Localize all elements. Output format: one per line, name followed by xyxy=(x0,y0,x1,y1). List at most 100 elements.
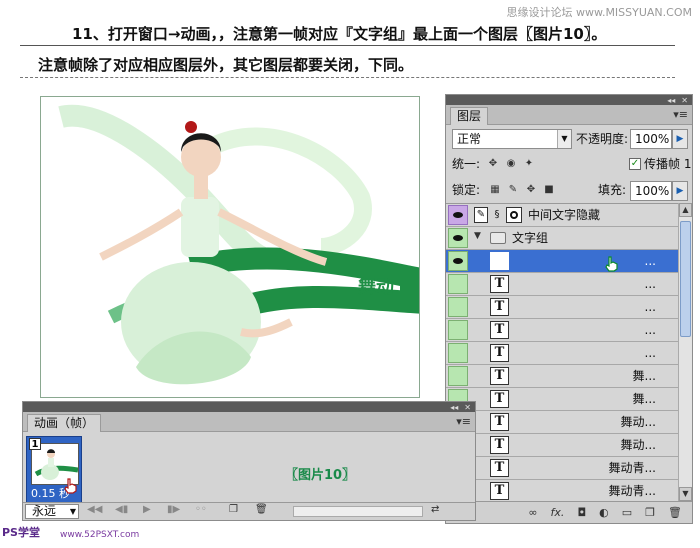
text-layer-icon: T xyxy=(490,436,509,454)
panel-titlebar[interactable]: ◂◂ ✕ xyxy=(446,95,692,105)
blend-mode-dropdown[interactable]: 正常 ▼ xyxy=(452,129,572,149)
layers-scrollbar[interactable]: ▲ ▼ xyxy=(678,203,692,501)
lock-row: 锁定: ▦ ✎ ✥ ■ 填充: 100% ▶ xyxy=(446,177,692,203)
eye-icon[interactable] xyxy=(448,274,468,294)
fx-icon[interactable]: fx. xyxy=(551,506,565,519)
unify-visibility-icon[interactable]: ◉ xyxy=(504,157,518,171)
logo: PS学堂 xyxy=(2,526,40,539)
play-icon[interactable]: ▶ xyxy=(143,504,151,515)
frame-caption: 〖图片10〗 xyxy=(285,468,356,483)
propagate-checkbox[interactable]: ✓ xyxy=(629,158,641,170)
layer-row[interactable]: T 舞... xyxy=(446,365,678,388)
anim-close-icon[interactable]: ✕ xyxy=(464,403,471,412)
unify-position-icon[interactable]: ✥ xyxy=(486,157,500,171)
opacity-input[interactable]: 100% xyxy=(630,129,672,149)
layers-tabbar: 图层 ▾≡ xyxy=(446,105,692,125)
first-frame-icon[interactable]: ◀◀ xyxy=(87,504,102,515)
trash-icon[interactable]: 🗑 xyxy=(668,506,682,519)
layer-name: ... xyxy=(644,346,656,360)
loop-value: 永远 xyxy=(32,504,57,518)
adjustment-icon[interactable]: ◐ xyxy=(599,506,609,519)
brush-icon: ✎ xyxy=(474,207,488,223)
layer-row[interactable]: T 舞动青... xyxy=(446,457,678,480)
layer-row[interactable]: T... xyxy=(446,319,678,342)
anim-collapse-icon[interactable]: ◂◂ xyxy=(450,403,458,412)
unify-label: 统一: xyxy=(452,157,481,171)
link-icon[interactable]: ∞ xyxy=(528,506,537,519)
eye-icon[interactable] xyxy=(448,251,468,271)
animation-panel: ◂◂ ✕ 动画（帧） ▾≡ 1 0.15 秒 〖图片10〗 永远 ▼ ◀◀ ◀▮… xyxy=(22,401,476,521)
collapse-icon[interactable]: ◂◂ xyxy=(667,96,675,105)
panel-menu-icon[interactable]: ▾≡ xyxy=(673,108,688,121)
svg-text:舞动: 舞动 xyxy=(358,276,394,298)
frame-hand-cursor-icon xyxy=(64,478,77,494)
layer-row[interactable]: ✎ § 中间文字隐藏 xyxy=(446,204,678,227)
layer-row[interactable]: ▼ 文字组 xyxy=(446,227,678,250)
watermark: 思缘设计论坛 www.MISSYUAN.COM xyxy=(506,6,692,19)
prev-frame-icon[interactable]: ◀▮ xyxy=(115,504,128,515)
logo-url: www.52PSXT.com xyxy=(60,530,140,540)
mask-thumbnail-icon xyxy=(506,207,522,223)
anim-titlebar[interactable]: ◂◂ ✕ xyxy=(23,402,475,412)
text-layer-icon: T xyxy=(490,390,509,408)
eye-icon[interactable] xyxy=(448,228,468,248)
lock-brush-icon[interactable]: ✎ xyxy=(506,183,520,197)
lock-label: 锁定: xyxy=(452,183,481,197)
scroll-down-icon[interactable]: ▼ xyxy=(679,487,692,501)
anim-scrollbar[interactable] xyxy=(293,506,423,517)
expand-triangle-icon[interactable]: ▼ xyxy=(474,231,481,241)
eye-icon[interactable] xyxy=(448,343,468,363)
layer-row[interactable]: T... xyxy=(446,296,678,319)
text-layer-icon: T xyxy=(490,321,509,339)
loop-dropdown[interactable]: 永远 ▼ xyxy=(25,504,79,519)
text-layer-icon: T xyxy=(490,413,509,431)
new-layer-icon[interactable]: ❐ xyxy=(645,506,655,519)
unify-row: 统一: ✥ ◉ ✦ ✓ 传播帧 1 xyxy=(446,151,692,177)
anim-panel-menu-icon[interactable]: ▾≡ xyxy=(456,415,471,428)
folder-icon[interactable]: ▭ xyxy=(622,506,632,519)
layer-row[interactable]: T 舞动... xyxy=(446,434,678,457)
lock-move-icon[interactable]: ✥ xyxy=(524,183,538,197)
next-frame-icon[interactable]: ▮▶ xyxy=(167,504,180,515)
text-layer-icon: T xyxy=(490,252,509,270)
layer-row[interactable]: T... xyxy=(446,342,678,365)
instruction-line-2: 注意帧除了对应相应图层外，其它图层都要关闭，下同。 xyxy=(20,52,675,78)
layer-row[interactable]: T... xyxy=(446,273,678,296)
opacity-slider-button[interactable]: ▶ xyxy=(672,129,688,149)
circle-mask-icon xyxy=(510,211,518,219)
delete-frame-icon[interactable]: 🗑 xyxy=(255,504,268,515)
eye-icon[interactable] xyxy=(448,366,468,386)
convert-timeline-icon[interactable]: ⇄ xyxy=(431,504,439,515)
layer-row[interactable]: T 舞... xyxy=(446,388,678,411)
tab-layers[interactable]: 图层 xyxy=(450,107,489,125)
layers-footer: ∞ fx. ◘ ◐ ▭ ❐ 🗑 xyxy=(446,501,692,523)
chevron-down-icon: ▼ xyxy=(557,130,571,148)
eye-icon[interactable] xyxy=(448,297,468,317)
close-icon[interactable]: ✕ xyxy=(681,96,688,105)
eye-icon[interactable] xyxy=(448,205,468,225)
scroll-thumb[interactable] xyxy=(680,221,691,337)
fill-slider-button[interactable]: ▶ xyxy=(672,181,688,201)
text-layer-icon: T xyxy=(490,275,509,293)
layer-list: ✎ § 中间文字隐藏 ▼ 文字组 T... T... T... T... T... T 舞... T 舞.… xyxy=(446,203,678,501)
layer-row[interactable]: T 舞动青... xyxy=(446,480,678,501)
hand-cursor-icon xyxy=(605,256,618,272)
tween-icon[interactable]: ◦◦ xyxy=(195,504,207,515)
layer-name: 舞动... xyxy=(620,415,656,429)
lock-all-icon[interactable]: ■ xyxy=(542,183,556,197)
tab-animation-frames[interactable]: 动画（帧） xyxy=(27,414,102,432)
unify-style-icon[interactable]: ✦ xyxy=(522,157,536,171)
eye-icon[interactable] xyxy=(448,320,468,340)
propagate-label: 传播帧 1 xyxy=(644,157,692,171)
layer-name: 中间文字隐藏 xyxy=(528,208,601,222)
lock-transparency-icon[interactable]: ▦ xyxy=(488,183,502,197)
layers-panel: ◂◂ ✕ 图层 ▾≡ 正常 ▼ 不透明度: 100% ▶ 统一: ✥ ◉ ✦ ✓… xyxy=(445,94,693,524)
mask-icon[interactable]: ◘ xyxy=(577,506,586,519)
scroll-up-icon[interactable]: ▲ xyxy=(679,203,692,217)
layer-row[interactable]: T 舞动... xyxy=(446,411,678,434)
chain-link-icon[interactable]: § xyxy=(492,207,502,223)
layer-name: 舞动青... xyxy=(608,484,656,498)
fill-input[interactable]: 100% xyxy=(630,181,672,201)
duplicate-frame-icon[interactable]: ❐ xyxy=(229,504,238,515)
layer-row[interactable]: T... xyxy=(446,250,678,273)
